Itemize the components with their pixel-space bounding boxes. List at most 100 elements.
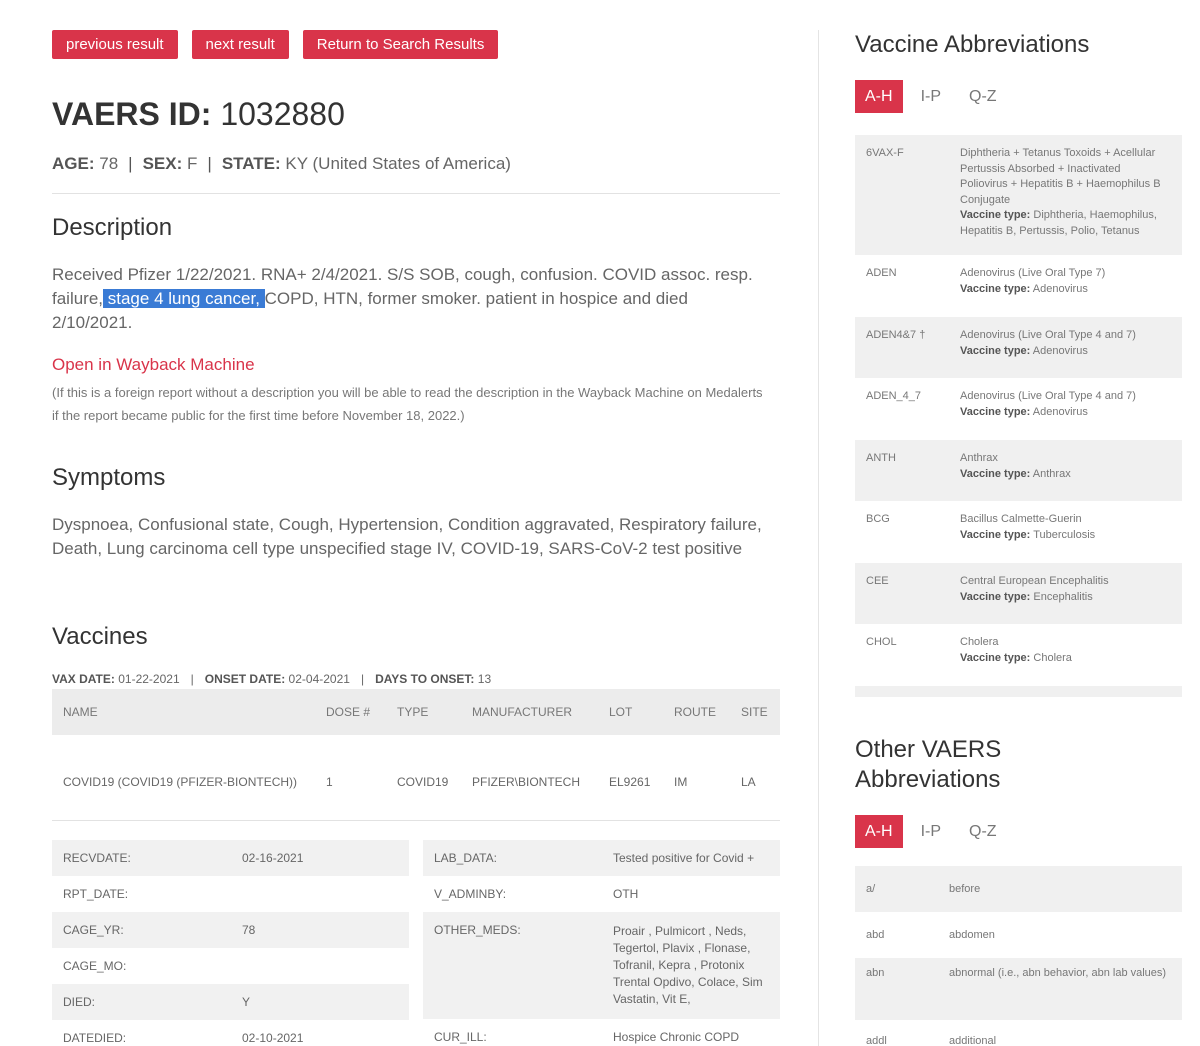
- list-item: [855, 686, 1182, 697]
- description-heading: Description: [52, 214, 173, 241]
- other-abbreviations-heading: Other VAERS Abbreviations: [855, 736, 1002, 793]
- symptoms-text: Dyspnoea, Confusional state, Cough, Hype…: [52, 515, 762, 558]
- vaccine-type: Anthrax: [1032, 467, 1071, 480]
- list-item: ADEN4&7 † Adenovirus (Live Oral Type 4 a…: [855, 317, 1182, 378]
- list-item: ADEN Adenovirus (Live Oral Type 7) Vaccin…: [855, 255, 1182, 317]
- tab-i-p[interactable]: I-P: [911, 80, 951, 113]
- vaccine-type-label: Vaccine type:: [960, 467, 1031, 480]
- vaers-id-label: VAERS ID:: [52, 96, 212, 132]
- cell-dose: 1: [326, 775, 333, 789]
- state-label: STATE:: [221, 154, 281, 173]
- abbr-code: CEE: [866, 575, 889, 587]
- abbr-definition: abnormal (i.e., abn behavior, abn lab va…: [949, 967, 1167, 979]
- column-header-site: SITE: [730, 689, 780, 735]
- column-header-manufacturer: MANUFACTURER: [461, 689, 598, 735]
- field-key: CUR_ILL:: [434, 1030, 487, 1044]
- field-value: [231, 948, 409, 984]
- abbr-code: addl: [866, 1035, 887, 1046]
- vaccine-type-label: Vaccine type:: [960, 209, 1031, 221]
- table-row: V_ADMINBY: OTH: [423, 876, 780, 912]
- abbr-definition: Diphtheria + Tetanus Toxoids + Acellular…: [960, 146, 1182, 255]
- age-label: AGE:: [52, 154, 95, 173]
- tab-q-z[interactable]: Q-Z: [959, 80, 1007, 113]
- abbr-definition: abdomen: [949, 929, 995, 941]
- field-key: V_ADMINBY:: [434, 887, 507, 901]
- column-divider: [818, 30, 819, 1046]
- table-row: RPT_DATE:: [52, 876, 409, 912]
- tab-a-h[interactable]: A-H: [855, 80, 903, 113]
- date-separator: |: [360, 672, 365, 686]
- abbr-code: ADEN4&7 †: [866, 329, 926, 341]
- vaccines-table: NAME DOSE # TYPE MANUFACTURER LOT ROUTE …: [52, 689, 780, 829]
- vaccine-type-label: Vaccine type:: [960, 590, 1031, 603]
- tab-i-p[interactable]: I-P: [911, 815, 951, 848]
- vaccine-type-label: Vaccine type:: [960, 405, 1031, 418]
- list-item: BCG Bacillus Calmette-Guerin Vaccine type…: [855, 501, 1182, 563]
- field-value: Hospice Chronic COPD: [613, 1030, 740, 1044]
- table-row: COVID19 (COVID19 (PFIZER-BIONTECH)) 1 CO…: [52, 735, 780, 829]
- age-value: 78: [99, 154, 119, 173]
- field-value: 02-16-2021: [231, 840, 409, 876]
- table-row: RECVDATE: 02-16-2021: [52, 840, 409, 876]
- wayback-note: (If this is a foreign report without a d…: [52, 385, 763, 423]
- table-row: LAB_DATA: Tested positive for Covid +: [423, 840, 780, 876]
- vaccine-abbr-list[interactable]: 6VAX-F Diphtheria + Tetanus Toxoids + Ac…: [855, 135, 1182, 697]
- next-result-button[interactable]: next result: [191, 30, 289, 59]
- vaccine-name: Central European Encephalitis: [960, 575, 1109, 587]
- sex-value: F: [187, 154, 198, 173]
- field-value: OTH: [613, 887, 639, 901]
- wayback-link[interactable]: Open in Wayback Machine: [52, 355, 255, 375]
- list-item: CHOL Cholera Vaccine type: Cholera: [855, 624, 1182, 686]
- sex-label: SEX:: [142, 154, 183, 173]
- abbr-definition: Bacillus Calmette-Guerin Vaccine type: Tu…: [960, 512, 1182, 563]
- vaccine-type: Tuberculosis: [1033, 528, 1096, 541]
- list-item: ANTH Anthrax Vaccine type: Anthrax: [855, 440, 1182, 501]
- cell-name: COVID19 (COVID19 (PFIZER-BIONTECH)): [63, 775, 298, 789]
- vaccine-type-label: Vaccine type:: [960, 651, 1031, 664]
- field-value: Y: [231, 984, 409, 1020]
- state-value: KY (United States of America): [285, 154, 511, 173]
- abbr-code: BCG: [866, 513, 890, 525]
- vax-date-label: VAX DATE:: [52, 672, 115, 686]
- cell-site: LA: [741, 775, 756, 789]
- column-header-type: TYPE: [386, 689, 461, 735]
- abbr-code: abn: [866, 967, 885, 979]
- field-value: Proair , Pulmicort , Neds, Tegertol, Pla…: [602, 912, 780, 1019]
- description-text: Received Pfizer 1/22/2021. RNA+ 2/4/2021…: [52, 263, 772, 335]
- field-key: RECVDATE:: [52, 840, 231, 876]
- field-value: 78: [231, 912, 409, 948]
- result-nav: previous result next result Return to Se…: [52, 30, 512, 59]
- vaccine-name: Adenovirus (Live Oral Type 7): [960, 267, 1106, 279]
- field-key: DIED:: [52, 984, 231, 1020]
- tab-a-h[interactable]: A-H: [855, 815, 903, 848]
- cell-manufacturer: PFIZER\BIONTECH: [472, 775, 581, 789]
- previous-result-button[interactable]: previous result: [52, 30, 178, 59]
- abbr-definition: Cholera Vaccine type: Cholera: [960, 635, 1182, 686]
- field-key: DATEDIED:: [63, 1031, 127, 1045]
- tab-q-z[interactable]: Q-Z: [959, 815, 1007, 848]
- vaccine-abbreviations-heading: Vaccine Abbreviations: [855, 31, 1090, 58]
- vaccine-type: Adenovirus: [1032, 405, 1088, 418]
- field-key: OTHER_MEDS:: [423, 912, 602, 1019]
- vaccine-type-label: Vaccine type:: [960, 282, 1031, 295]
- table-row: CAGE_YR: 78: [52, 912, 409, 948]
- return-to-search-button[interactable]: Return to Search Results: [302, 30, 499, 59]
- date-separator: |: [190, 672, 194, 686]
- vaccine-type: Cholera: [1033, 651, 1072, 664]
- details-table-right: LAB_DATA: Tested positive for Covid + V_…: [423, 840, 780, 1046]
- abbr-code: abd: [866, 929, 885, 941]
- list-item: a/ before: [855, 866, 1182, 912]
- list-item: abd abdomen: [855, 912, 1182, 958]
- vaccine-name: Cholera: [960, 636, 999, 648]
- meta-separator: |: [207, 154, 212, 173]
- table-row: CUR_ILL: Hospice Chronic COPD: [423, 1019, 780, 1046]
- vaccine-name: Adenovirus (Live Oral Type 4 and 7): [960, 390, 1136, 402]
- other-abbr-list[interactable]: a/ before abd abdomen abn abnormal (i.e.…: [855, 866, 1182, 1046]
- abbr-definition: Adenovirus (Live Oral Type 4 and 7) Vacci…: [960, 328, 1182, 378]
- divider: [52, 193, 780, 194]
- field-key: CAGE_MO:: [63, 959, 127, 973]
- cell-route: IM: [674, 775, 688, 789]
- vaccine-dates: VAX DATE: 01-22-2021 | ONSET DATE: 02-04-2…: [52, 672, 491, 686]
- abbreviations-sidebar: Vaccine Abbreviations A-H I-P Q-Z 6VAX-F…: [855, 0, 1182, 1046]
- abbr-definition: before: [949, 883, 981, 895]
